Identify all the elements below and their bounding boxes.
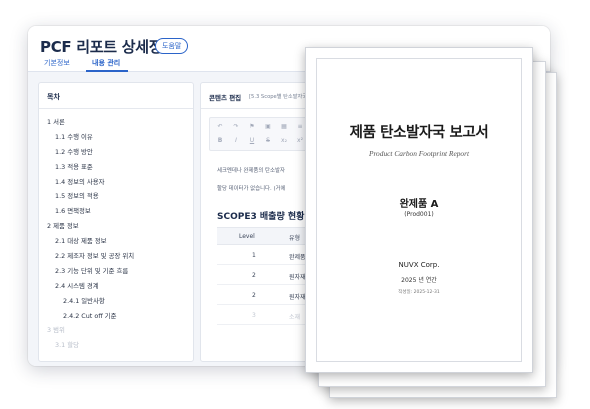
- toc-item[interactable]: 2.2 제조자 정보 및 공장 위치: [39, 249, 193, 264]
- bold-icon[interactable]: B: [216, 137, 224, 144]
- report-cover-border: 제품 탄소발자국 보고서 Product Carbon Footprint Re…: [316, 58, 522, 362]
- italic-icon[interactable]: I: [232, 137, 240, 144]
- toc-item[interactable]: 3.1 할당: [39, 338, 193, 353]
- toc-item[interactable]: 2.1 대상 제품 정보: [39, 234, 193, 249]
- toc-item[interactable]: 1.6 면책정보: [39, 204, 193, 219]
- toc-item[interactable]: 2 제품 정보: [39, 219, 193, 234]
- cell-level: 2: [252, 292, 256, 299]
- report-cover-page: 제품 탄소발자국 보고서 Product Carbon Footprint Re…: [305, 47, 533, 373]
- tab-basic-info[interactable]: 기본정보: [44, 58, 70, 68]
- report-company: NUVX Corp.: [398, 261, 440, 269]
- cell-type: 완제품: [289, 254, 306, 261]
- toc-panel: 목차 1 서론 1.1 수행 이유 1.2 수행 방안 1.3 적용 표준 1.…: [38, 82, 194, 362]
- toc-header: 목차: [39, 83, 193, 109]
- table-icon[interactable]: ▦: [280, 123, 288, 130]
- strikethrough-icon[interactable]: S: [264, 137, 272, 144]
- cell-level: 2: [252, 272, 256, 279]
- report-created-date: 작성일: 2025-12-31: [398, 290, 440, 295]
- image-icon[interactable]: ▣: [264, 123, 272, 130]
- toc-item[interactable]: 2.4.1 일반사항: [39, 294, 193, 309]
- undo-icon[interactable]: ↶: [216, 123, 224, 130]
- flag-icon[interactable]: ⚑: [248, 123, 256, 130]
- underline-icon[interactable]: U: [248, 137, 256, 144]
- toc-item[interactable]: 1 서론: [39, 115, 193, 130]
- section-heading: SCOPE3 배출량 현황: [217, 212, 305, 222]
- toc-item[interactable]: 2.3 기능 단위 및 기준 흐름: [39, 264, 193, 279]
- report-title: 제품 탄소발자국 보고서: [349, 125, 489, 141]
- redo-icon[interactable]: ↷: [232, 123, 240, 130]
- content-section-path: [5.3 Scope별 탄소발자국: [249, 94, 308, 100]
- toc-list: 1 서론 1.1 수행 이유 1.2 수행 방안 1.3 적용 표준 1.4 정…: [39, 115, 193, 353]
- cell-level: 1: [252, 252, 256, 259]
- cell-type: 원자재: [289, 274, 306, 281]
- tab-content-management[interactable]: 내용 관리: [92, 58, 120, 68]
- report-product-code: (Prod001): [404, 211, 434, 218]
- toc-item[interactable]: 1.2 수행 방안: [39, 145, 193, 160]
- toc-item[interactable]: 1.4 정보의 사용자: [39, 175, 193, 190]
- body-paragraph[interactable]: 할당 데이터가 없습니다. (거에: [217, 184, 285, 192]
- toc-item[interactable]: 2.4.2 Cut off 기준: [39, 309, 193, 324]
- superscript-icon[interactable]: x²: [296, 137, 304, 144]
- content-title: 콘텐츠 편집: [209, 94, 242, 102]
- cell-type: 소재: [289, 314, 301, 321]
- help-button[interactable]: 도움말: [155, 38, 189, 54]
- body-paragraph[interactable]: 세크멘데나 완제품의 탄소발자: [217, 166, 285, 174]
- cell-level: 3: [252, 312, 256, 319]
- format-icon[interactable]: ≡: [296, 123, 304, 130]
- toc-item[interactable]: 1.1 수행 이유: [39, 130, 193, 145]
- report-product-name: 완제품 A: [399, 199, 439, 210]
- toc-item[interactable]: 2.4 시스템 경계: [39, 279, 193, 294]
- toc-item[interactable]: 1.5 정보의 적용: [39, 189, 193, 204]
- toc-item[interactable]: 1.3 적용 표준: [39, 160, 193, 175]
- report-period: 2025 년 연간: [401, 277, 437, 284]
- report-subtitle: Product Carbon Footprint Report: [368, 149, 470, 158]
- column-header-type: 유형: [289, 235, 301, 242]
- subscript-icon[interactable]: x₂: [280, 137, 288, 144]
- cell-type: 원자재: [289, 294, 306, 301]
- toc-title: 목차: [47, 93, 60, 101]
- toc-item[interactable]: 3 범위: [39, 323, 193, 338]
- column-header-level: Level: [239, 233, 255, 240]
